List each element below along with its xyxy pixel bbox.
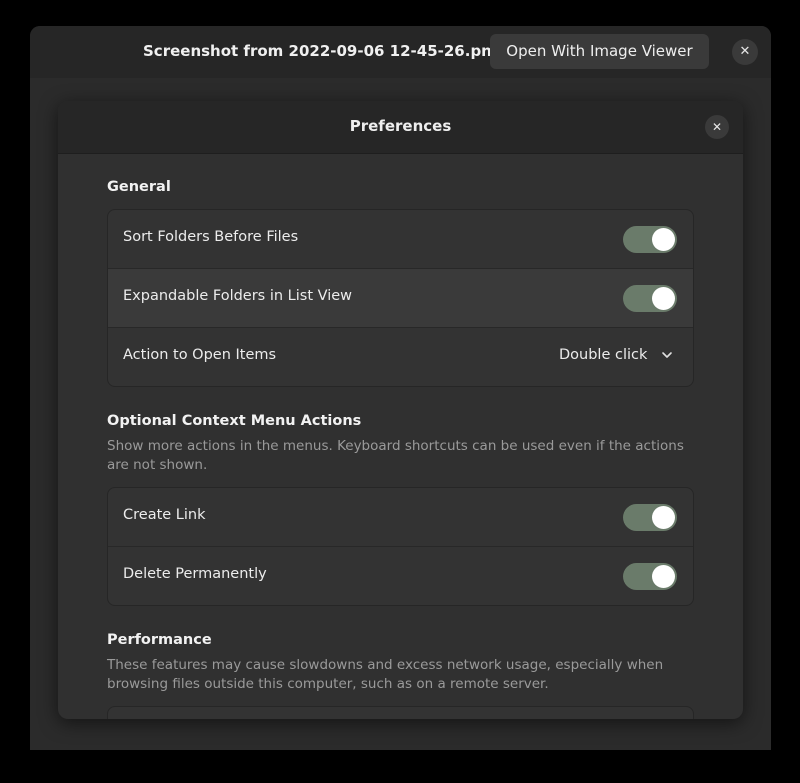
section-title-context-menu: Optional Context Menu Actions: [107, 413, 362, 429]
dialog-title: Preferences: [349, 117, 452, 135]
general-settings-card: Sort Folders Before Files Expandable Fol…: [107, 209, 694, 387]
setting-label: Sort Folders Before Files: [123, 229, 299, 245]
toggle-knob: [652, 565, 675, 588]
close-icon[interactable]: ✕: [732, 39, 758, 65]
close-icon[interactable]: ✕: [705, 115, 729, 139]
toggle-knob: [652, 506, 675, 529]
action-open-items-dropdown-value[interactable]: Double click: [559, 347, 647, 363]
setting-row-sort-folders[interactable]: Sort Folders Before Files: [108, 210, 693, 269]
window-title: Screenshot from 2022-09-06 12-45-26.png: [143, 42, 503, 60]
section-description-context-menu: Show more actions in the menus. Keyboard…: [107, 438, 684, 473]
setting-row-action-open-items[interactable]: Action to Open Items Double click: [108, 328, 693, 386]
window-header-bar: Screenshot from 2022-09-06 12-45-26.png …: [30, 26, 771, 78]
setting-label: Action to Open Items: [123, 347, 277, 363]
setting-row-create-link[interactable]: Create Link: [108, 488, 693, 547]
preferences-dialog: Preferences ✕ General Sort Folders Befor…: [58, 101, 743, 719]
section-title-performance: Performance: [107, 632, 212, 648]
toggle-knob: [652, 228, 675, 251]
performance-settings-card: [107, 706, 694, 719]
context-menu-settings-card: Create Link Delete Permanently: [107, 487, 694, 606]
setting-row-delete-permanently[interactable]: Delete Permanently: [108, 547, 693, 605]
open-with-image-viewer-button[interactable]: Open With Image Viewer: [490, 34, 709, 69]
setting-label: Delete Permanently: [123, 566, 267, 582]
create-link-toggle[interactable]: [623, 504, 677, 531]
chevron-down-icon[interactable]: [660, 348, 674, 362]
section-title-general: General: [107, 179, 171, 195]
sort-folders-toggle[interactable]: [623, 226, 677, 253]
setting-label: Expandable Folders in List View: [123, 288, 353, 304]
dialog-header-bar: Preferences ✕: [58, 101, 743, 154]
toggle-knob: [652, 287, 675, 310]
section-description-performance: These features may cause slowdowns and e…: [107, 657, 664, 692]
delete-permanently-toggle[interactable]: [623, 563, 677, 590]
setting-row-expandable-folders[interactable]: Expandable Folders in List View: [108, 269, 693, 328]
setting-label: Create Link: [123, 507, 206, 523]
expandable-folders-toggle[interactable]: [623, 285, 677, 312]
